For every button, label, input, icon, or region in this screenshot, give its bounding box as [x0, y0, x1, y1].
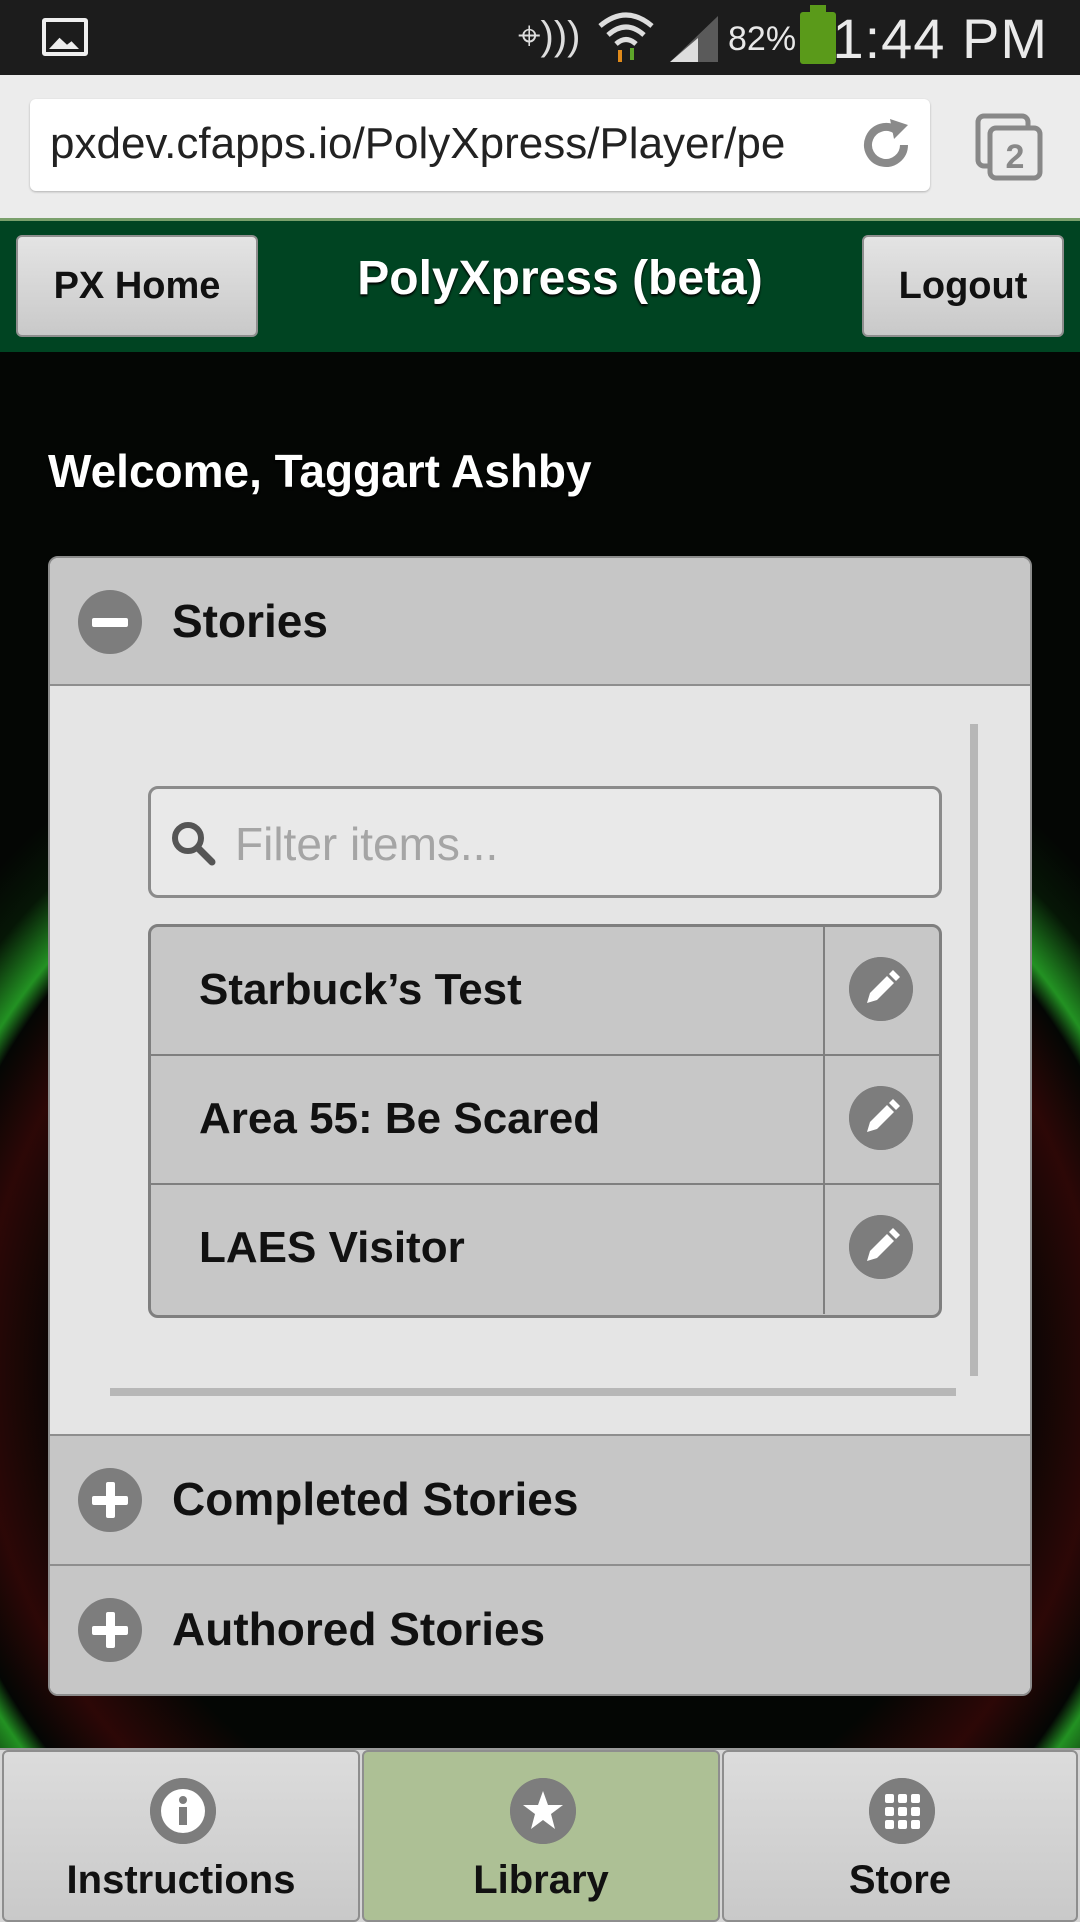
list-item[interactable]: Starbuck’s Test	[151, 927, 939, 1056]
minus-icon	[78, 590, 142, 654]
stories-header[interactable]: Stories	[50, 558, 1030, 686]
filter-input[interactable]	[233, 805, 917, 883]
completed-stories-header[interactable]: Completed Stories	[50, 1434, 1030, 1566]
info-icon	[150, 1778, 216, 1844]
star-icon	[510, 1778, 576, 1844]
bottom-tab-bar: Instructions Library Store	[0, 1748, 1080, 1922]
pencil-icon	[849, 957, 913, 1021]
authored-stories-header[interactable]: Authored Stories	[50, 1566, 1030, 1694]
tab-instructions[interactable]: Instructions	[2, 1750, 360, 1922]
filter-field[interactable]	[148, 786, 942, 898]
horizontal-scrollbar[interactable]	[110, 1388, 956, 1396]
authored-stories-label: Authored Stories	[172, 1603, 546, 1655]
plus-icon	[78, 1598, 142, 1662]
px-home-button[interactable]: PX Home	[16, 235, 258, 337]
tab-label: Library	[473, 1858, 609, 1902]
reload-icon[interactable]	[856, 115, 916, 175]
search-icon	[172, 822, 216, 866]
story-title: Area 55: Be Scared	[199, 1094, 601, 1143]
vertical-scrollbar[interactable]	[970, 724, 978, 1376]
tab-count: 2	[1006, 138, 1025, 176]
clock: 1:44 PM	[832, 7, 1048, 70]
pencil-icon	[849, 1086, 913, 1150]
browser-toolbar: pxdev.cfapps.io/PolyXpress/Player/pe	[0, 75, 1080, 220]
stories-list: Starbuck’s Test Area 55: Be Scared LAES …	[148, 924, 942, 1318]
gallery-icon	[42, 18, 88, 56]
plus-icon	[78, 1468, 142, 1532]
story-title: Starbuck’s Test	[199, 965, 522, 1014]
list-item[interactable]: LAES Visitor	[151, 1185, 939, 1314]
edit-button[interactable]	[823, 927, 939, 1054]
nfc-icon: ⌖)))	[518, 14, 581, 58]
completed-stories-label: Completed Stories	[172, 1473, 579, 1525]
wifi-icon	[598, 12, 654, 62]
app-header: PX Home PolyXpress (beta) Logout	[0, 218, 1080, 357]
edit-button[interactable]	[823, 1185, 939, 1314]
tab-label: Instructions	[66, 1858, 296, 1902]
tab-library[interactable]: Library	[362, 1750, 720, 1922]
pencil-icon	[849, 1215, 913, 1279]
battery-icon	[800, 5, 836, 64]
stories-label: Stories	[172, 595, 328, 647]
page-title: PolyXpress (beta)	[357, 252, 763, 305]
status-bar: ⌖))) 82% 1:44 PM	[0, 0, 1080, 75]
story-title: LAES Visitor	[199, 1223, 465, 1272]
list-item[interactable]: Area 55: Be Scared	[151, 1056, 939, 1185]
grid-icon	[869, 1778, 935, 1844]
logout-button[interactable]: Logout	[862, 235, 1064, 337]
battery-percent: 82%	[728, 20, 797, 58]
tab-label: Store	[848, 1858, 952, 1902]
welcome-message: Welcome, Taggart Ashby	[48, 445, 592, 497]
signal-icon	[670, 16, 718, 62]
tab-store[interactable]: Store	[722, 1750, 1078, 1922]
edit-button[interactable]	[823, 1056, 939, 1183]
tabs-icon[interactable]: 2	[974, 112, 1044, 182]
address-bar[interactable]: pxdev.cfapps.io/PolyXpress/Player/pe	[30, 99, 930, 191]
main-content: Welcome, Taggart Ashby Stories Starbuck’…	[0, 352, 1080, 1748]
url-text[interactable]: pxdev.cfapps.io/PolyXpress/Player/pe	[50, 119, 840, 169]
stories-accordion: Stories Starbuck’s Test Area 55: Be Sc	[48, 556, 1032, 1696]
stories-panel: Starbuck’s Test Area 55: Be Scared LAES …	[50, 686, 1030, 1434]
